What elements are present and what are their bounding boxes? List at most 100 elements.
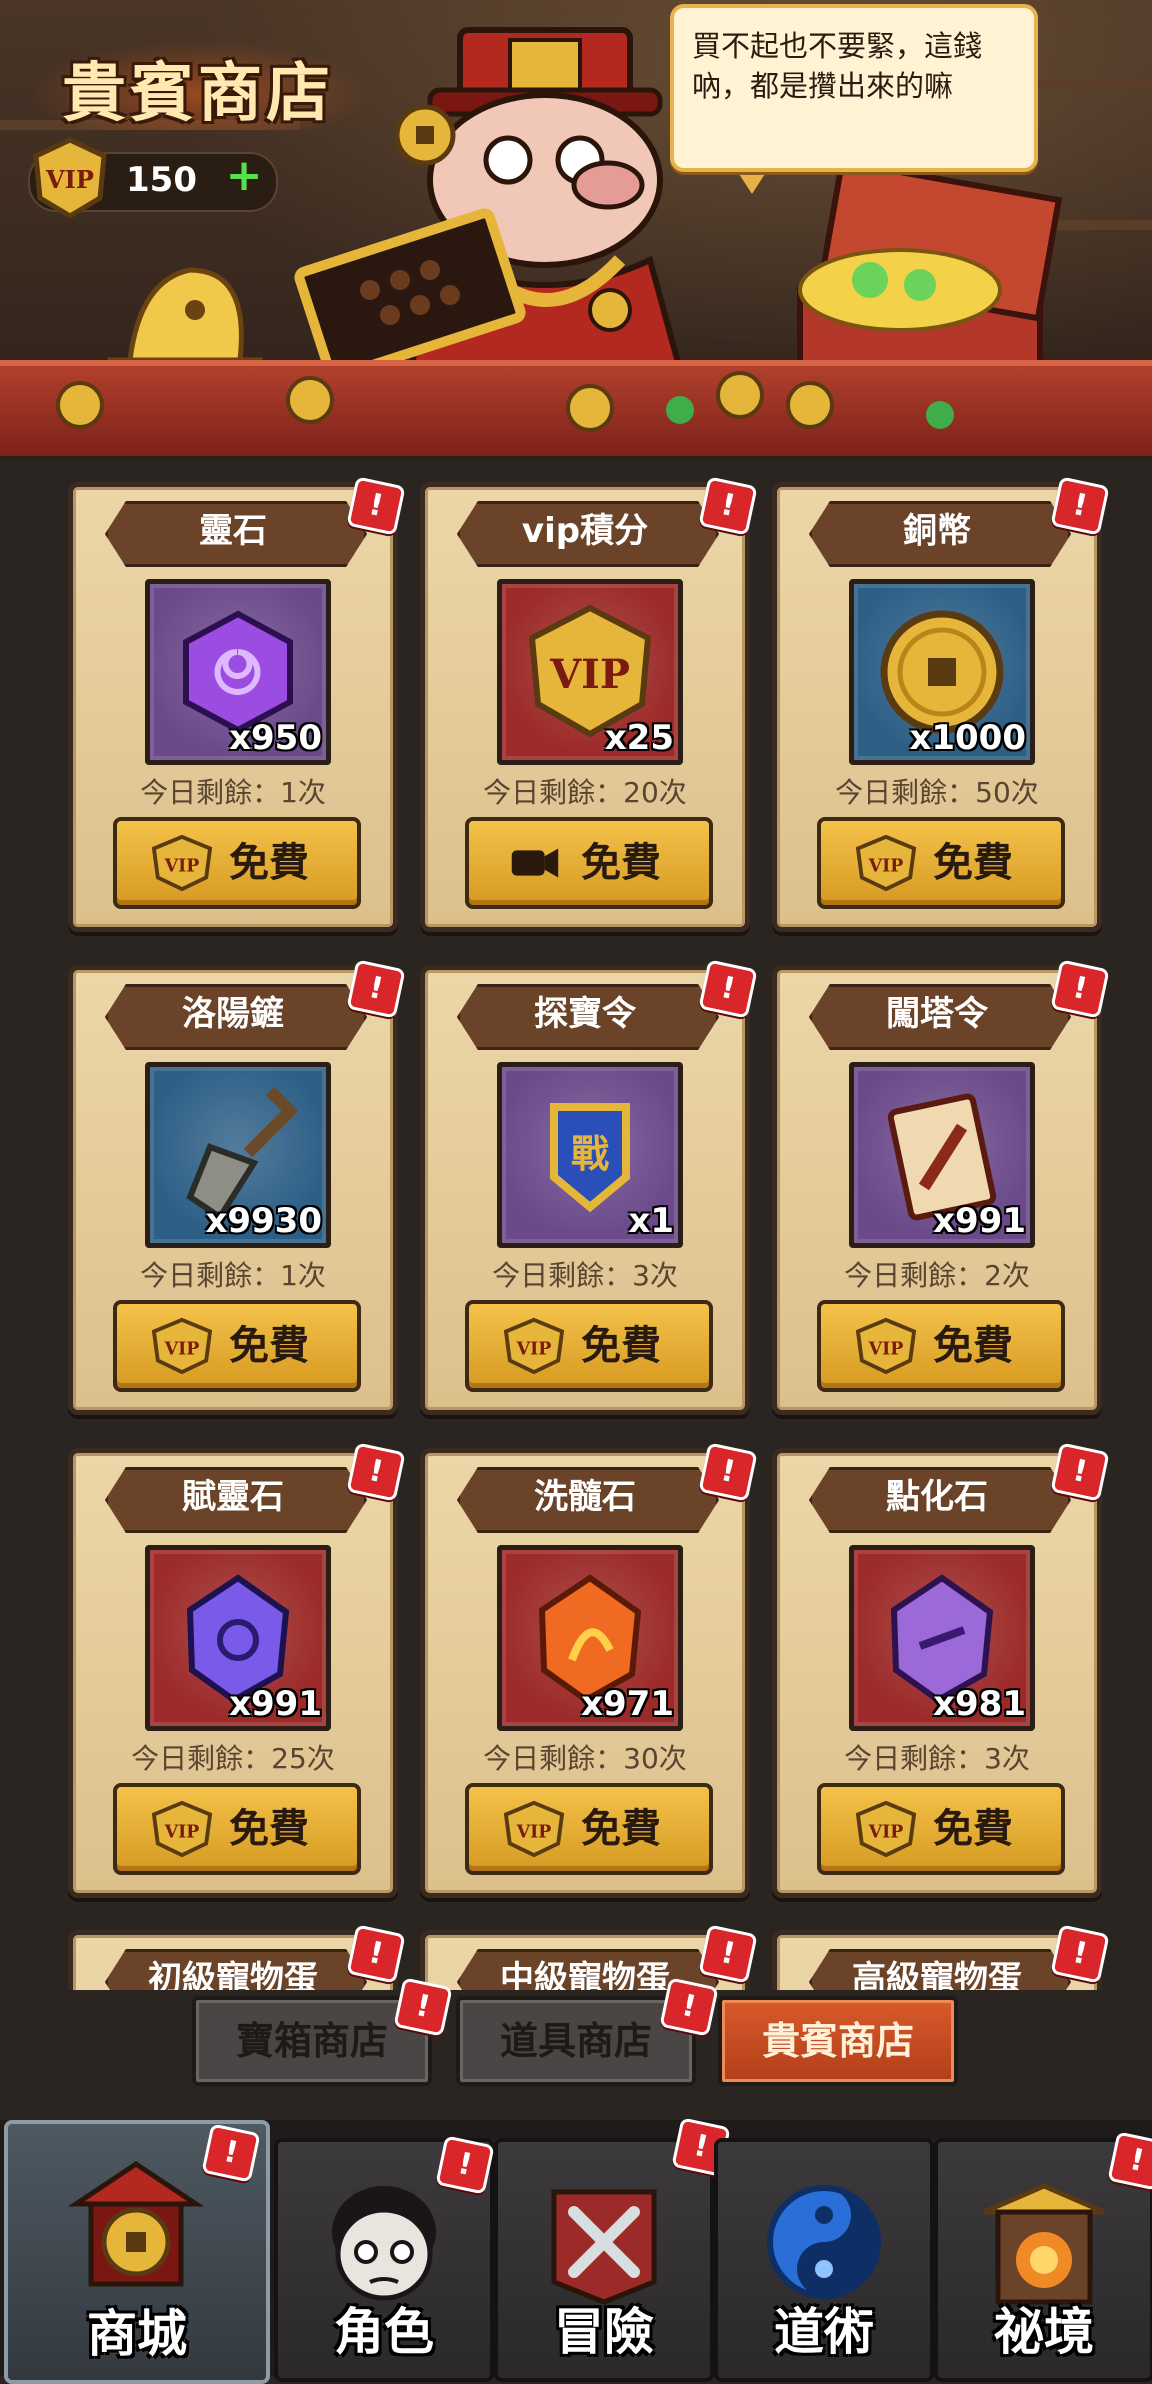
item-slot[interactable]: x991 (849, 1062, 1035, 1248)
character-icon (332, 2186, 436, 2301)
tab-item-shop-alert-icon: ! (659, 1977, 719, 2037)
claim-free-label: 免費 (933, 840, 1013, 886)
claim-free-button[interactable]: VIP 免費 (113, 817, 361, 909)
svg-text:VIP: VIP (868, 857, 904, 877)
item-name: vip積分 (521, 511, 649, 551)
item-name: 探寶令 (534, 994, 636, 1034)
item-alert-icon: ! (1050, 476, 1110, 536)
tab-item-shop[interactable]: 道具商店 (456, 1996, 696, 2086)
claim-free-label: 免費 (581, 1323, 661, 1369)
svg-text:VIP: VIP (516, 1340, 552, 1360)
svg-text:VIP: VIP (868, 1823, 904, 1843)
floating-coin-icon (394, 104, 456, 166)
claim-free-button[interactable]: VIP 免費 (817, 1783, 1065, 1875)
crossed-swords-icon (551, 2189, 657, 2305)
item-alert-icon: ! (1050, 959, 1110, 1019)
item-quantity: x25 (604, 718, 674, 758)
svg-text:VIP: VIP (164, 857, 200, 877)
nav-mall-alert-icon: ! (201, 2123, 261, 2183)
daily-remaining-text: 今日剩餘：20次 (483, 776, 687, 809)
daily-remaining-text: 今日剩餘：50次 (835, 776, 1039, 809)
nav-adventure[interactable]: 冒險 (494, 2138, 714, 2382)
vip-points-value: 150 (126, 160, 197, 200)
item-slot[interactable]: x1000 (849, 579, 1035, 765)
svg-text:VIP: VIP (868, 1340, 904, 1360)
nav-character-alert-icon: ! (435, 2135, 495, 2195)
item-slot[interactable]: x991 (145, 1545, 331, 1731)
nav-character-label: 角色 (334, 2303, 434, 2361)
tab-chest-shop-alert-icon: ! (393, 1977, 453, 2037)
shop-item-card: 初級寵物蛋! (68, 1924, 406, 1990)
vip-icon: VIP (151, 1800, 213, 1858)
nav-taoism-label: 道術 (774, 2303, 874, 2361)
claim-free-button[interactable]: 免費 (465, 817, 713, 909)
item-slot[interactable]: VIP x25 (497, 579, 683, 765)
claim-free-button[interactable]: VIP 免費 (817, 817, 1065, 909)
item-name: 靈石 (199, 511, 267, 551)
vip-icon: VIP (855, 834, 917, 892)
item-quantity: x991 (229, 1684, 322, 1724)
vip-badge-icon: VIP (33, 137, 107, 219)
item-name: 洗髓石 (534, 1477, 636, 1517)
daily-remaining-text: 今日剩餘：25次 (131, 1742, 335, 1775)
item-name: 洛陽鏟 (182, 994, 284, 1034)
item-name: 銅幣 (903, 511, 971, 551)
nav-taoism[interactable]: 道術 (714, 2138, 934, 2382)
daily-remaining-text: 今日剩餘：2次 (844, 1259, 1030, 1292)
svg-text:VIP: VIP (45, 165, 94, 194)
daily-remaining-text: 今日剩餘：3次 (492, 1259, 678, 1292)
taiji-icon (767, 2185, 881, 2299)
nav-adventure-label: 冒險 (554, 2303, 654, 2361)
item-slot[interactable]: x9930 (145, 1062, 331, 1248)
daily-remaining-text: 今日剩餘：30次 (483, 1742, 687, 1775)
daily-remaining-text: 今日剩餘：1次 (140, 776, 326, 809)
claim-free-label: 免費 (581, 1806, 661, 1852)
item-alert-icon: ! (346, 1924, 406, 1984)
claim-free-button[interactable]: VIP 免費 (817, 1300, 1065, 1392)
claim-free-label: 免費 (933, 1323, 1013, 1369)
item-name: 初級寵物蛋 (148, 1959, 318, 1990)
vip-shop-banner: 貴賓商店 VIP 150 + 買不起也不要緊，這錢吶，都是攢出來的嘛 (0, 0, 1152, 460)
svg-text:VIP: VIP (164, 1823, 200, 1843)
shop-item-card: 點化石! x981 今日剩餘：3次 VIP 免費 (772, 1442, 1110, 1898)
item-quantity: x9930 (205, 1201, 322, 1241)
item-quantity: x1000 (909, 718, 1026, 758)
shop-item-card: 中級寵物蛋! (420, 1924, 758, 1990)
shop-item-card: 靈石! x950 今日剩餘：1次 VIP 免費 (68, 476, 406, 932)
item-alert-icon: ! (1050, 1924, 1110, 1984)
mall-pagoda-icon (67, 2160, 205, 2287)
add-vip-points-button[interactable]: + (224, 154, 264, 198)
claim-free-button[interactable]: VIP 免費 (113, 1300, 361, 1392)
nav-mall-label: 商城 (87, 2305, 187, 2363)
item-quantity: x981 (933, 1684, 1026, 1724)
daily-remaining-text: 今日剩餘：1次 (140, 1259, 326, 1292)
item-slot[interactable]: x950 (145, 579, 331, 765)
claim-free-label: 免費 (229, 1323, 309, 1369)
item-quantity: x991 (933, 1201, 1026, 1241)
item-alert-icon: ! (346, 476, 406, 536)
item-quantity: x950 (229, 718, 322, 758)
vip-icon: VIP (503, 1800, 565, 1858)
item-name: 闖塔令 (886, 994, 988, 1034)
daily-remaining-text: 今日剩餘：3次 (844, 1742, 1030, 1775)
shop-item-card: 洛陽鏟! x9930 今日剩餘：1次 VIP 免費 (68, 959, 406, 1415)
item-slot[interactable]: x971 (497, 1545, 683, 1731)
vip-icon: VIP (151, 1317, 213, 1375)
counter-coins-decoration (56, 371, 954, 432)
item-alert-icon: ! (698, 959, 758, 1019)
claim-free-button[interactable]: VIP 免費 (113, 1783, 361, 1875)
tab-vip-shop[interactable]: 貴賓商店 (718, 1996, 958, 2086)
item-alert-icon: ! (698, 1442, 758, 1502)
shop-item-card: 闖塔令! x991 今日剩餘：2次 VIP 免費 (772, 959, 1110, 1415)
shop-item-card: 高級寵物蛋! (772, 1924, 1110, 1990)
claim-free-label: 免費 (581, 840, 661, 886)
svg-text:VIP: VIP (549, 651, 630, 698)
claim-free-button[interactable]: VIP 免費 (465, 1300, 713, 1392)
bottom-navigation: 商城 ! 角色 ! 冒險 ! 道術 祕境 ! (0, 2117, 1152, 2384)
shop-item-grid[interactable]: 靈石! x950 今日剩餘：1次 VIP 免費 vip積分! VIP x25 今日剩餘：20次免… (0, 460, 1152, 1990)
item-slot[interactable]: 戰 x1 (497, 1062, 683, 1248)
shop-tab-bar: 寶箱商店 ! 道具商店 ! 貴賓商店 (0, 1977, 1152, 2120)
merchant-speech-text: 買不起也不要緊，這錢吶，都是攢出來的嘛 (692, 29, 983, 103)
item-slot[interactable]: x981 (849, 1545, 1035, 1731)
claim-free-button[interactable]: VIP 免費 (465, 1783, 713, 1875)
